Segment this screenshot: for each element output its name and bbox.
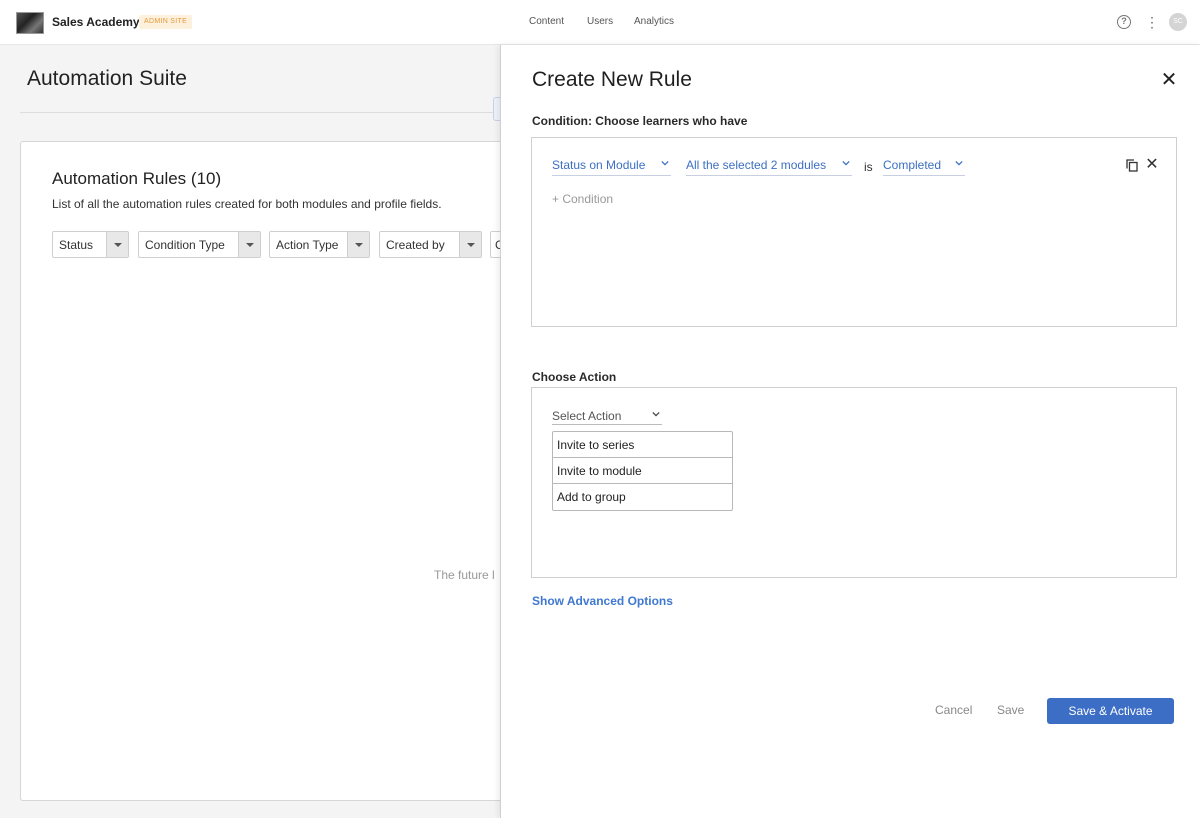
filter-label: Condition Type [145,238,225,252]
action-label: Choose Action [532,370,617,384]
filter-label: Action Type [276,238,339,252]
dropdown-placeholder: Select Action [552,409,622,423]
brand-name[interactable]: Sales Academy [52,15,140,29]
menu-item-add-to-group[interactable]: Add to group [553,484,732,510]
nav-content[interactable]: Content [529,16,564,27]
cancel-button[interactable]: Cancel [935,703,972,717]
brand-logo[interactable] [16,12,44,34]
remove-condition-icon[interactable]: ✕ [1145,156,1159,174]
dropdown-arrow-icon[interactable] [459,232,481,257]
chevron-down-icon [652,411,660,417]
dropdown-value: All the selected 2 modules [686,158,827,172]
page-title: Automation Suite [27,67,187,90]
condition-label: Condition: Choose learners who have [532,114,748,128]
select-action-dropdown[interactable]: Select Action [552,407,662,425]
top-bar: Sales Academy ADMIN SITE Content Users A… [0,0,1200,45]
chevron-down-icon [842,160,850,166]
add-condition-link[interactable]: + Condition [552,192,613,206]
empty-state-text: The future l [434,568,495,582]
nav-analytics[interactable]: Analytics [634,16,674,27]
condition-field-dropdown[interactable]: Status on Module [552,156,671,176]
action-options-menu: Invite to series Invite to module Add to… [552,431,733,511]
nav-users[interactable]: Users [587,16,613,27]
filter-condition-type[interactable]: Condition Type [138,231,261,258]
chevron-down-icon [661,160,669,166]
card-title: Automation Rules (10) [52,169,222,188]
card-subtitle: List of all the automation rules created… [52,197,442,211]
dropdown-arrow-icon[interactable] [347,232,369,257]
menu-item-invite-to-module[interactable]: Invite to module [553,458,732,484]
more-menu-icon[interactable]: ⋮ [1145,13,1159,31]
filter-label: Status [59,238,94,252]
dropdown-value: Completed [883,158,942,172]
show-advanced-options-link[interactable]: Show Advanced Options [532,594,673,608]
dropdown-value: Status on Module [552,158,646,172]
condition-modules-dropdown[interactable]: All the selected 2 modules [686,156,852,176]
copy-icon[interactable] [1126,159,1138,172]
dropdown-arrow-icon[interactable] [238,232,260,257]
chevron-down-icon [955,160,963,166]
close-icon[interactable]: ✕ [1159,70,1179,90]
filter-status[interactable]: Status [52,231,129,258]
condition-operator: is [864,160,873,174]
drawer-title: Create New Rule [532,68,692,91]
menu-item-invite-to-series[interactable]: Invite to series [553,432,732,458]
divider [20,112,500,113]
condition-value-dropdown[interactable]: Completed [883,156,965,176]
help-icon[interactable]: ? [1117,15,1131,29]
filter-label: Created by [386,238,445,252]
avatar[interactable]: SC [1169,13,1187,31]
filter-action-type[interactable]: Action Type [269,231,370,258]
filter-created-by[interactable]: Created by [379,231,482,258]
save-and-activate-button[interactable]: Save & Activate [1047,698,1174,724]
save-button[interactable]: Save [997,703,1024,717]
dropdown-arrow-icon[interactable] [106,232,128,257]
admin-site-badge: ADMIN SITE [139,15,193,29]
